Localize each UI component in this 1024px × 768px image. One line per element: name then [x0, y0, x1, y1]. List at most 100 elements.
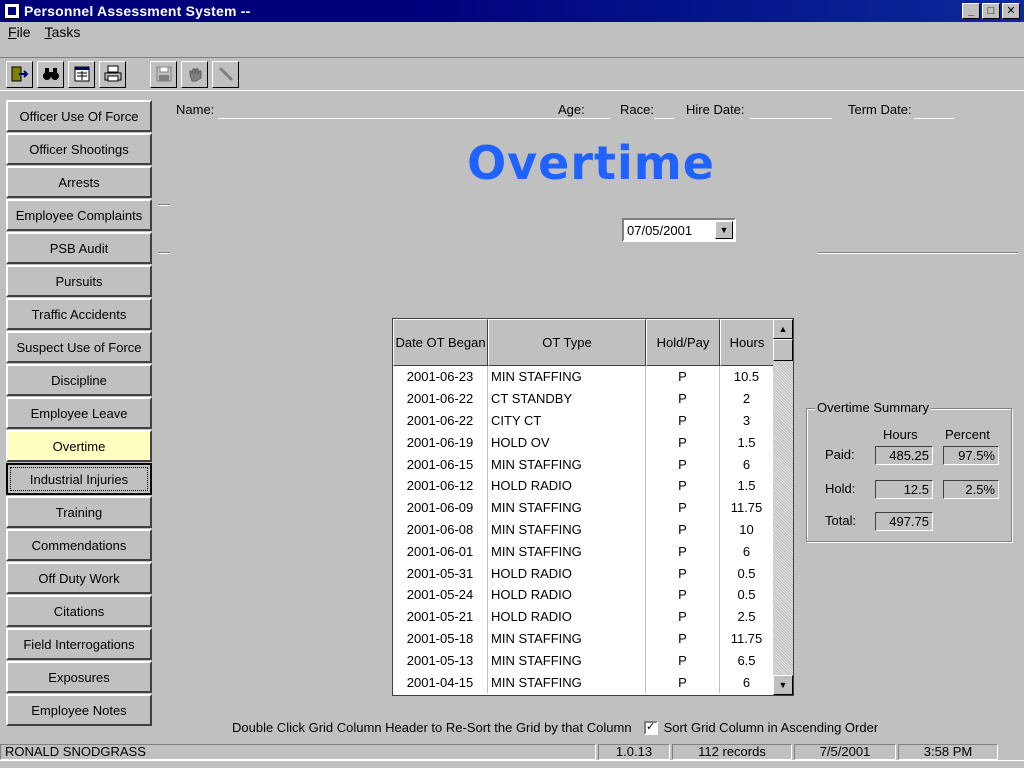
sidebar-item-off-duty-work[interactable]: Off Duty Work	[6, 562, 152, 594]
cell-hold-pay: P	[646, 474, 720, 497]
sidebar-item-arrests[interactable]: Arrests	[6, 166, 152, 198]
chevron-down-icon[interactable]: ▼	[715, 221, 733, 239]
cell-hold-pay: P	[646, 431, 720, 454]
table-row[interactable]: 2001-05-21 HOLD RADIO P 2.5	[393, 605, 774, 628]
edit-icon[interactable]	[212, 60, 239, 88]
cell-hold-pay: P	[646, 518, 720, 541]
scroll-thumb[interactable]	[773, 339, 793, 361]
cell-hours: 6	[720, 540, 774, 563]
sidebar-item-psb-audit[interactable]: PSB Audit	[6, 232, 152, 264]
sidebar-item-overtime[interactable]: Overtime	[6, 430, 152, 462]
status-records: 112 records	[672, 744, 792, 760]
status-version: 1.0.13	[598, 744, 670, 760]
table-row[interactable]: 2001-06-12 HOLD RADIO P 1.5	[393, 474, 774, 497]
table-row[interactable]: 2001-06-22 CITY CT P 3	[393, 409, 774, 432]
maximize-button[interactable]: □	[982, 3, 1000, 19]
cell-date: 2001-06-12	[393, 474, 488, 497]
summary-percent-header: Percent	[945, 427, 990, 442]
summary-hold-label: Hold:	[825, 481, 856, 496]
table-row[interactable]: 2001-06-15 MIN STAFFING P 6	[393, 453, 774, 475]
column-header-hours[interactable]: Hours	[720, 319, 774, 366]
table-row[interactable]: 2001-04-15 MIN STAFFING P 6	[393, 671, 774, 693]
sidebar-item-pursuits[interactable]: Pursuits	[6, 265, 152, 297]
cell-date: 2001-06-23	[393, 366, 488, 388]
sidebar-item-traffic-accidents[interactable]: Traffic Accidents	[6, 298, 152, 330]
hand-icon[interactable]	[181, 60, 208, 88]
cell-date: 2001-06-22	[393, 409, 488, 432]
exit-icon[interactable]	[6, 60, 33, 88]
cell-ot-type: HOLD RADIO	[488, 583, 646, 606]
form-icon[interactable]	[68, 60, 95, 88]
cell-date: 2001-04-15	[393, 671, 488, 693]
cell-hours: 6.5	[720, 649, 774, 672]
sidebar-item-employee-complaints[interactable]: Employee Complaints	[6, 199, 152, 231]
term-date-underline	[914, 118, 954, 119]
cell-hold-pay: P	[646, 540, 720, 563]
cell-ot-type: MIN STAFFING	[488, 671, 646, 693]
table-row[interactable]: 2001-05-13 MIN STAFFING P 6.5	[393, 649, 774, 672]
column-header-date[interactable]: Date OT Began	[393, 319, 488, 366]
toolbar	[0, 57, 1024, 91]
sidebar-item-employee-notes[interactable]: Employee Notes	[6, 694, 152, 726]
grid-header: Date OT Began OT Type Hold/Pay Hours	[393, 319, 774, 366]
date-select-value: 07/05/2001	[627, 222, 693, 238]
table-row[interactable]: 2001-06-19 HOLD OV P 1.5	[393, 431, 774, 454]
sidebar-item-industrial-injuries[interactable]: Industrial Injuries	[6, 463, 152, 495]
cell-hours: 0.5	[720, 562, 774, 584]
sort-ascending-label[interactable]: Sort Grid Column in Ascending Order	[664, 720, 879, 735]
hire-date-label: Hire Date:	[686, 102, 745, 117]
cell-ot-type: CITY CT	[488, 409, 646, 432]
close-button[interactable]: ✕	[1002, 3, 1020, 19]
summary-hours-header: Hours	[883, 427, 918, 442]
title-bar: Personnel Assessment System -- _ □ ✕	[0, 0, 1024, 22]
sidebar-item-field-interrogations[interactable]: Field Interrogations	[6, 628, 152, 660]
sidebar-item-citations[interactable]: Citations	[6, 595, 152, 627]
sidebar-item-officer-shootings[interactable]: Officer Shootings	[6, 133, 152, 165]
sidebar-item-commendations[interactable]: Commendations	[6, 529, 152, 561]
scroll-up-icon[interactable]: ▲	[773, 319, 793, 339]
menu-tasks[interactable]: Tasks	[45, 24, 81, 40]
sidebar-item-employee-leave[interactable]: Employee Leave	[6, 397, 152, 429]
sidebar-item-discipline[interactable]: Discipline	[6, 364, 152, 396]
binoculars-icon[interactable]	[37, 60, 64, 88]
race-label: Race:	[620, 102, 654, 117]
table-row[interactable]: 2001-06-09 MIN STAFFING P 11.75	[393, 496, 774, 519]
cell-hours: 2.5	[720, 605, 774, 628]
cell-ot-type: HOLD RADIO	[488, 474, 646, 497]
sidebar-item-training[interactable]: Training	[6, 496, 152, 528]
hire-date-underline	[750, 118, 832, 119]
sidebar-item-suspect-use-of-force[interactable]: Suspect Use of Force	[6, 331, 152, 363]
sidebar-item-officer-use-of-force[interactable]: Officer Use Of Force	[6, 100, 152, 132]
save-icon[interactable]	[150, 60, 177, 88]
minimize-button[interactable]: _	[962, 3, 980, 19]
window-title: Personnel Assessment System --	[24, 3, 251, 19]
table-row[interactable]: 2001-06-01 MIN STAFFING P 6	[393, 540, 774, 563]
cell-hold-pay: P	[646, 605, 720, 628]
column-header-hold-pay[interactable]: Hold/Pay	[646, 319, 720, 366]
menu-bar: File Tasks	[0, 22, 1024, 42]
summary-total-label: Total:	[825, 513, 857, 528]
status-date: 7/5/2001	[794, 744, 896, 760]
column-header-ot-type[interactable]: OT Type	[488, 319, 646, 366]
table-row[interactable]: 2001-05-24 HOLD RADIO P 0.5	[393, 583, 774, 606]
grid-scrollbar[interactable]: ▲ ▼	[773, 319, 793, 695]
printer-icon[interactable]	[99, 60, 126, 88]
table-row[interactable]: 2001-05-31 HOLD RADIO P 0.5	[393, 562, 774, 584]
sidebar-item-exposures[interactable]: Exposures	[6, 661, 152, 693]
sort-ascending-checkbox[interactable]: ✓	[643, 720, 658, 735]
divider-left-bottom	[158, 252, 170, 254]
table-row[interactable]: 2001-06-22 CT STANDBY P 2	[393, 387, 774, 410]
cell-date: 2001-06-15	[393, 453, 488, 475]
scroll-down-icon[interactable]: ▼	[773, 675, 793, 695]
name-underline	[218, 118, 608, 119]
cell-ot-type: CT STANDBY	[488, 387, 646, 410]
table-row[interactable]: 2001-06-23 MIN STAFFING P 10.5	[393, 366, 774, 388]
cell-date: 2001-06-19	[393, 431, 488, 454]
term-date-label: Term Date:	[848, 102, 912, 117]
sidebar: Officer Use Of Force Officer Shootings A…	[6, 100, 152, 727]
menu-file[interactable]: File	[8, 24, 31, 40]
table-row[interactable]: 2001-06-08 MIN STAFFING P 10	[393, 518, 774, 541]
table-row[interactable]: 2001-05-18 MIN STAFFING P 11.75	[393, 627, 774, 650]
window-controls: _ □ ✕	[962, 3, 1020, 19]
date-select[interactable]: 07/05/2001 ▼	[622, 218, 736, 242]
